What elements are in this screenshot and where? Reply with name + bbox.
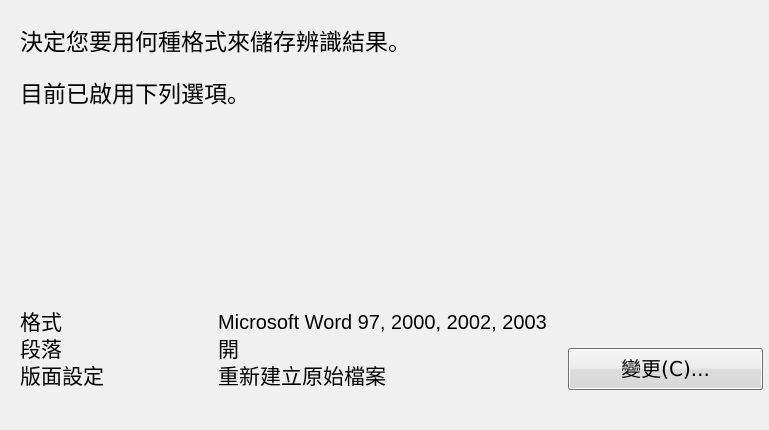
format-value: Microsoft Word 97, 2000, 2002, 2003 xyxy=(218,312,547,334)
format-label: 格式 xyxy=(20,311,62,335)
intro-text: 決定您要用何種格式來儲存辨識結果。 xyxy=(20,30,411,56)
status-text: 目前已啟用下列選項。 xyxy=(20,82,250,108)
layout-label: 版面設定 xyxy=(20,365,104,389)
paragraph-value: 開 xyxy=(218,338,239,362)
change-button[interactable]: 變更(C)... xyxy=(568,348,763,390)
paragraph-label: 段落 xyxy=(20,338,62,362)
layout-value: 重新建立原始檔案 xyxy=(218,365,386,389)
setting-row-format: 格式 Microsoft Word 97, 2000, 2002, 2003 xyxy=(20,310,760,337)
